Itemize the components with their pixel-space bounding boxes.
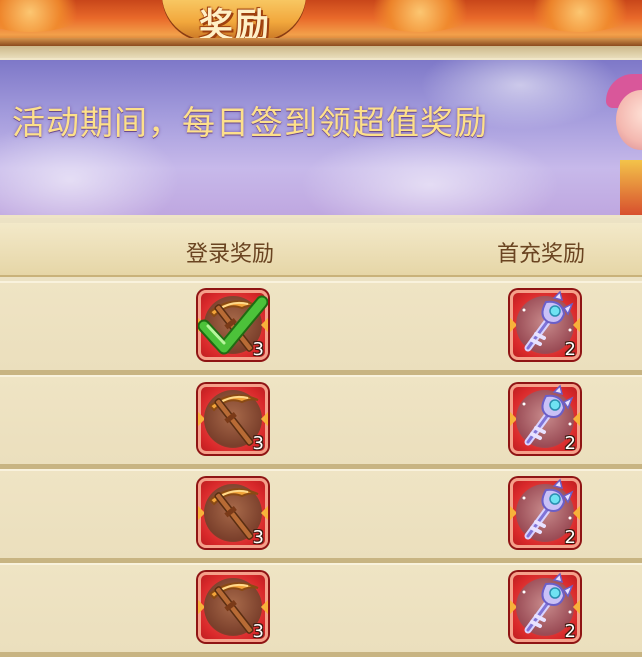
reward-table-header: 登录奖励 首充奖励 [0,223,642,277]
reward-count: 2 [564,621,576,642]
decorative-swirl [520,0,640,32]
reward-count: 3 [252,527,264,548]
reward-count: 2 [564,527,576,548]
login-reward-slot[interactable]: 3 [198,478,268,548]
reward-row: 3 2 [0,281,642,375]
reward-count: 3 [252,339,264,360]
login-reward-slot[interactable]: 3 [198,384,268,454]
banner-edge [0,38,642,46]
login-reward-slot[interactable]: 3 [198,290,268,360]
column-login-reward: 登录奖励 [186,242,275,267]
decorative-swirl [0,0,90,32]
decorative-swirl [360,0,480,32]
column-recharge-reward: 首充奖励 [497,242,586,267]
reward-row: 3 2 [0,375,642,469]
recharge-reward-slot[interactable]: 2 [510,384,580,454]
reward-count: 3 [252,621,264,642]
reward-count: 2 [564,433,576,454]
reward-row: 3 2 [0,563,642,657]
top-title-banner: 奖励 [0,0,642,46]
login-reward-slot[interactable]: 3 [198,572,268,642]
character-robe [620,160,642,215]
recharge-reward-slot[interactable]: 2 [510,478,580,548]
reward-row: 3 2 [0,469,642,563]
activity-banner: 活动期间，每日签到领超值奖励 [0,58,642,218]
divider-strip [0,46,642,58]
activity-description: 活动期间，每日签到领超值奖励 [12,103,488,142]
reward-count: 2 [564,339,576,360]
recharge-reward-slot[interactable]: 2 [510,290,580,360]
recharge-reward-slot[interactable]: 2 [510,572,580,642]
reward-count: 3 [252,433,264,454]
character-illustration [606,70,642,215]
